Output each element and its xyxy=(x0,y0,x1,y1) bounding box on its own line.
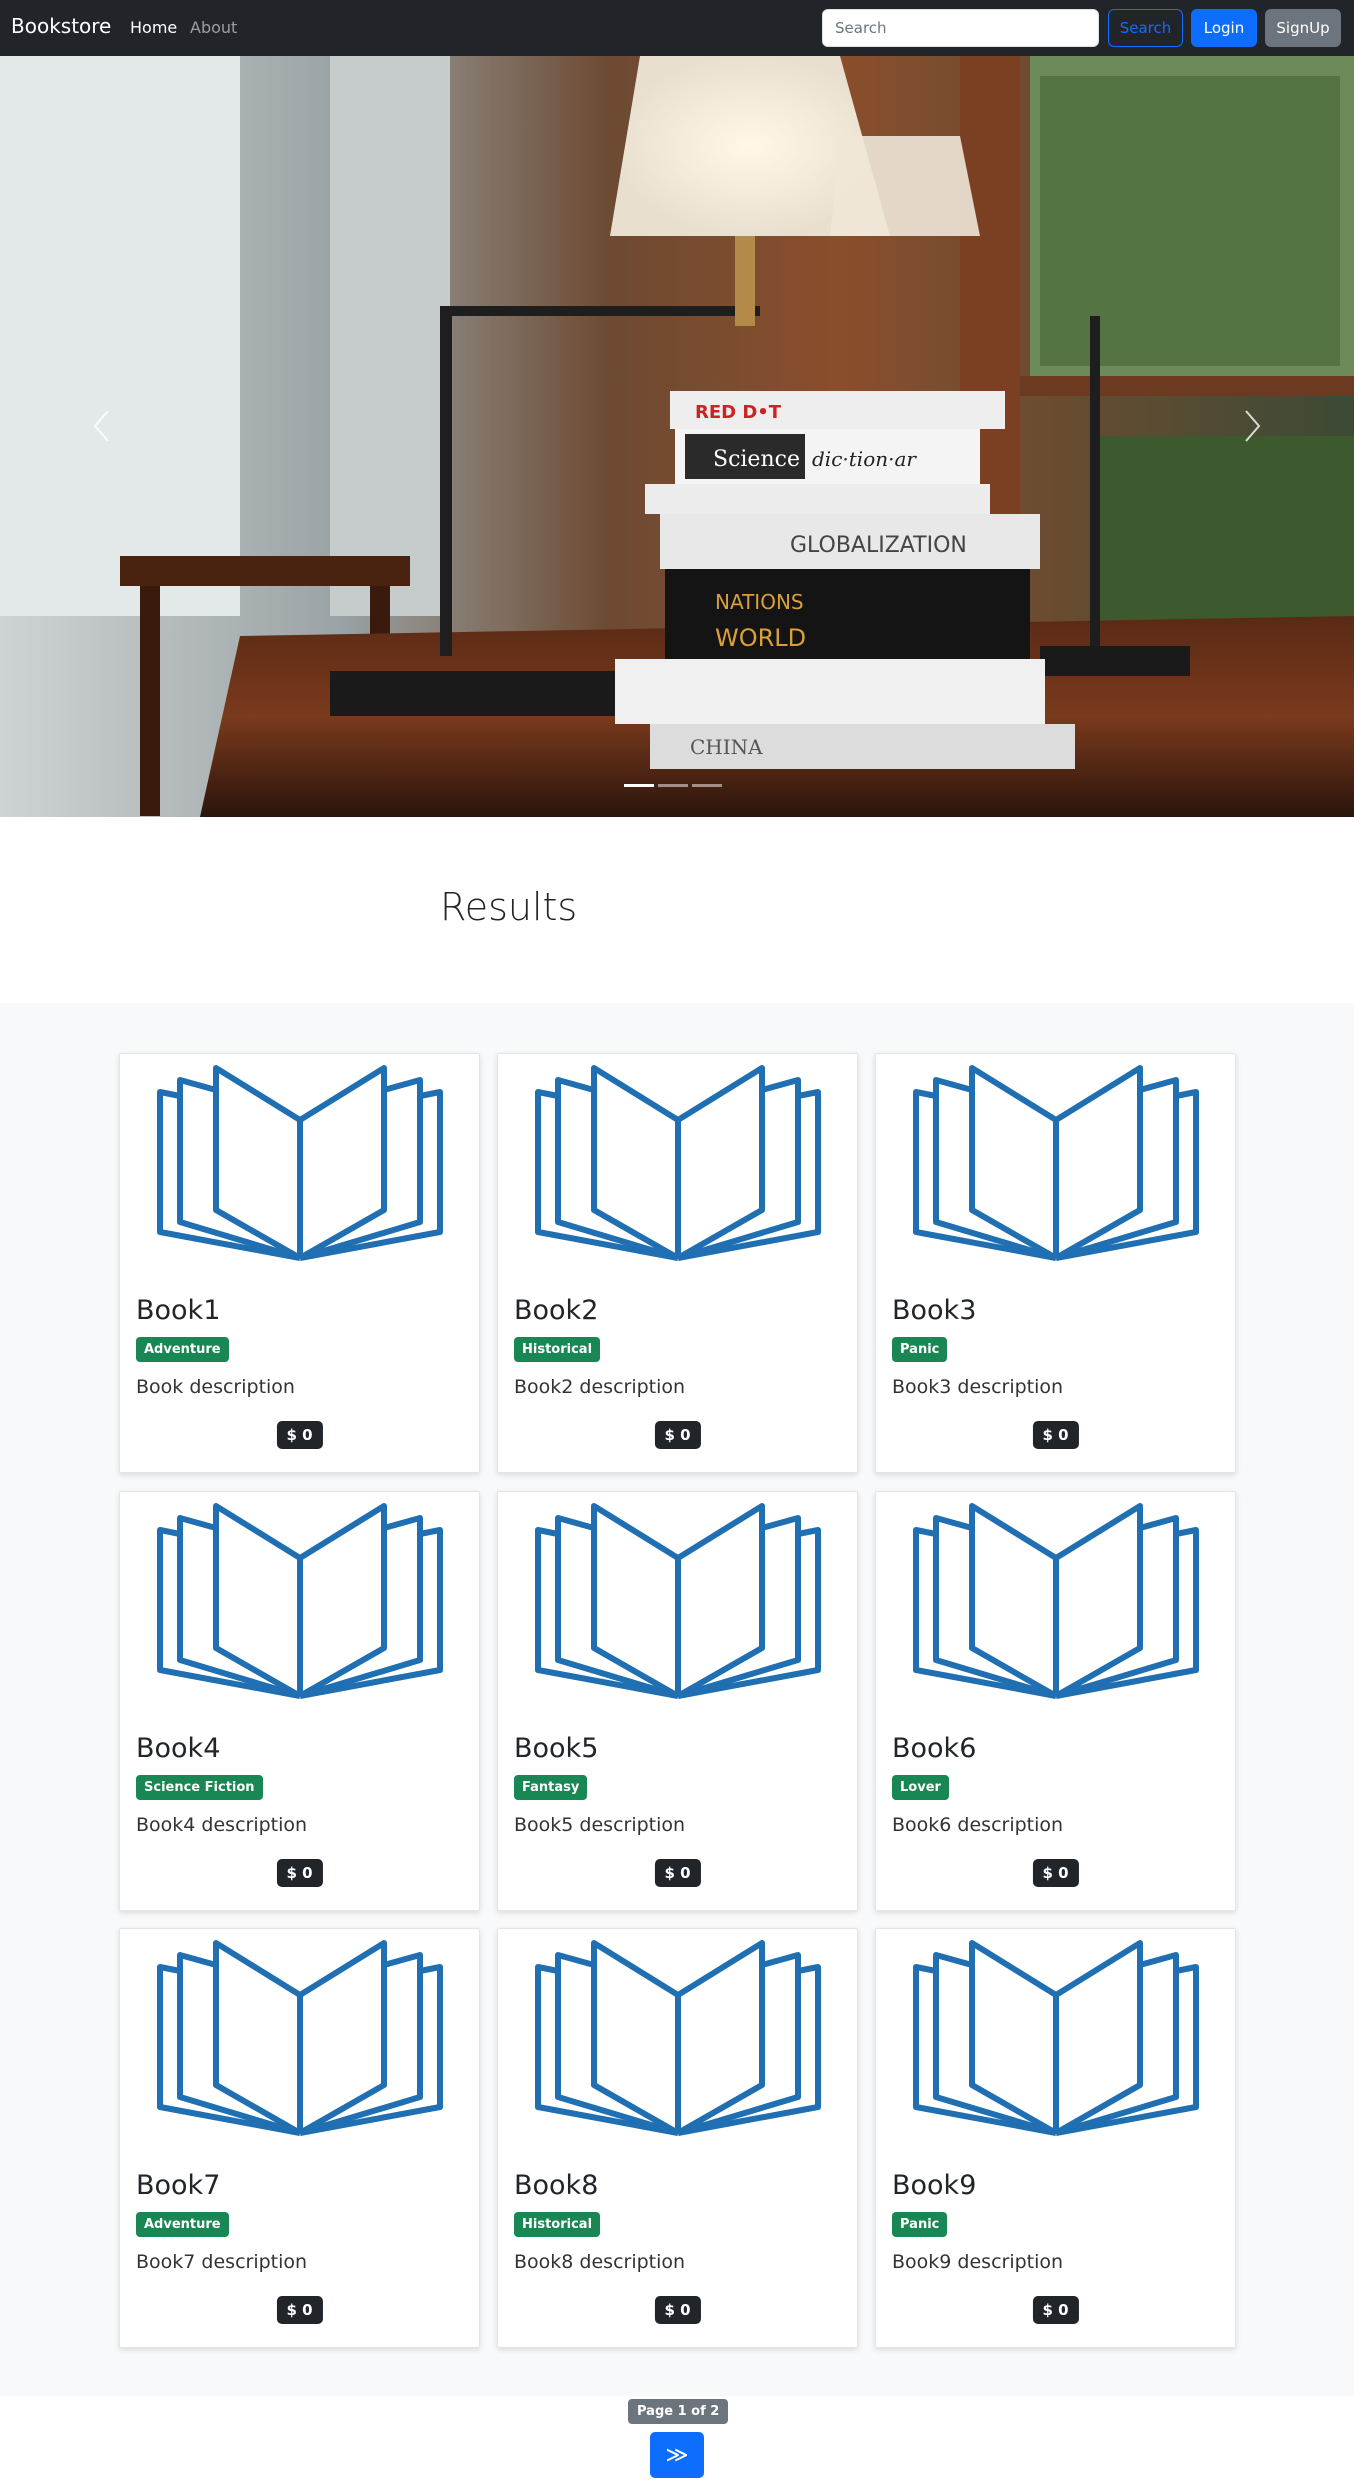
carousel-next-button[interactable] xyxy=(1222,396,1282,456)
genre-badge: Fantasy xyxy=(514,1775,588,1800)
svg-text:GLOBALIZATION: GLOBALIZATION xyxy=(790,533,967,558)
book-card[interactable]: Book1 Adventure Book description $ 0 xyxy=(119,1053,480,1473)
price-badge: $ 0 xyxy=(276,1859,323,1887)
genre-badge: Historical xyxy=(514,2212,601,2237)
open-book-icon xyxy=(535,1940,821,2136)
genre-badge: Lover xyxy=(892,1775,949,1800)
results-heading: Results xyxy=(440,885,578,929)
carousel-indicators xyxy=(624,784,722,787)
svg-text:WORLD: WORLD xyxy=(715,624,806,652)
price-badge: $ 0 xyxy=(654,2296,701,2324)
price-badge: $ 0 xyxy=(276,2296,323,2324)
nav-link-about[interactable]: About xyxy=(190,18,237,37)
book-title[interactable]: Book4 xyxy=(136,1733,220,1764)
next-page-button[interactable]: ≫ xyxy=(650,2432,704,2478)
book-title[interactable]: Book1 xyxy=(136,1295,220,1326)
svg-text:dic·tion·ar: dic·tion·ar xyxy=(812,447,917,471)
search-input[interactable] xyxy=(822,9,1099,47)
book-description: Book7 description xyxy=(136,2251,308,2273)
book-card[interactable]: Book9 Panic Book9 description $ 0 xyxy=(875,1928,1236,2348)
book-title[interactable]: Book8 xyxy=(514,2170,598,2201)
hero-carousel: RED D•T Science dic·tion·ar GLOBALIZATIO… xyxy=(0,56,1354,817)
book-card[interactable]: Book2 Historical Book2 description $ 0 xyxy=(497,1053,858,1473)
price-badge: $ 0 xyxy=(1032,1421,1079,1449)
book-title[interactable]: Book7 xyxy=(136,2170,220,2201)
book-card[interactable]: Book5 Fantasy Book5 description $ 0 xyxy=(497,1491,858,1911)
price-badge: $ 0 xyxy=(654,1859,701,1887)
open-book-icon xyxy=(535,1503,821,1699)
nav-link-home[interactable]: Home xyxy=(130,18,177,37)
genre-badge: Panic xyxy=(892,2212,948,2237)
price-badge: $ 0 xyxy=(654,1421,701,1449)
chevron-right-icon xyxy=(1245,410,1261,442)
open-book-icon xyxy=(157,1065,443,1261)
carousel-indicator[interactable] xyxy=(658,784,688,787)
book-title[interactable]: Book6 xyxy=(892,1733,976,1764)
book-description: Book4 description xyxy=(136,1814,308,1836)
login-button[interactable]: Login xyxy=(1191,9,1257,47)
book-title[interactable]: Book3 xyxy=(892,1295,976,1326)
price-badge: $ 0 xyxy=(1032,2296,1079,2324)
svg-text:Science: Science xyxy=(713,447,800,472)
book-title[interactable]: Book5 xyxy=(514,1733,598,1764)
carousel-indicator[interactable] xyxy=(624,784,654,787)
carousel-indicator[interactable] xyxy=(692,784,722,787)
book-card[interactable]: Book8 Historical Book8 description $ 0 xyxy=(497,1928,858,2348)
signup-button[interactable]: SignUp xyxy=(1265,9,1341,47)
genre-badge: Science Fiction xyxy=(136,1775,263,1800)
search-button[interactable]: Search xyxy=(1108,9,1183,47)
open-book-icon xyxy=(535,1065,821,1261)
genre-badge: Adventure xyxy=(136,2212,229,2237)
book-grid: Book1 Adventure Book description $ 0 Book2 Hi… xyxy=(0,1003,1354,2396)
book-description: Book5 description xyxy=(514,1814,686,1836)
price-badge: $ 0 xyxy=(276,1421,323,1449)
open-book-icon xyxy=(157,1503,443,1699)
chevron-left-icon xyxy=(93,410,109,442)
open-book-icon xyxy=(913,1940,1199,2136)
book-title[interactable]: Book9 xyxy=(892,2170,976,2201)
open-book-icon xyxy=(913,1503,1199,1699)
book-description: Book8 description xyxy=(514,2251,686,2273)
carousel-prev-button[interactable] xyxy=(72,396,132,456)
open-book-icon xyxy=(913,1065,1199,1261)
genre-badge: Panic xyxy=(892,1337,948,1362)
book-card[interactable]: Book3 Panic Book3 description $ 0 xyxy=(875,1053,1236,1473)
svg-text:RED D•T: RED D•T xyxy=(695,402,782,423)
book-description: Book6 description xyxy=(892,1814,1064,1836)
carousel-slide-image: RED D•T Science dic·tion·ar GLOBALIZATIO… xyxy=(0,56,1354,817)
svg-text:CHINA: CHINA xyxy=(690,735,763,759)
book-description: Book description xyxy=(136,1376,295,1398)
price-badge: $ 0 xyxy=(1032,1859,1079,1887)
book-card[interactable]: Book6 Lover Book6 description $ 0 xyxy=(875,1491,1236,1911)
navbar: Bookstore Home About Search Login SignUp xyxy=(0,0,1354,56)
book-description: Book2 description xyxy=(514,1376,686,1398)
book-card[interactable]: Book7 Adventure Book7 description $ 0 xyxy=(119,1928,480,2348)
open-book-icon xyxy=(157,1940,443,2136)
navbar-brand[interactable]: Bookstore xyxy=(11,14,111,38)
svg-text:NATIONS: NATIONS xyxy=(715,590,804,614)
book-description: Book3 description xyxy=(892,1376,1064,1398)
book-card[interactable]: Book4 Science Fiction Book4 description $ 0 xyxy=(119,1491,480,1911)
book-title[interactable]: Book2 xyxy=(514,1295,598,1326)
genre-badge: Historical xyxy=(514,1337,601,1362)
book-description: Book9 description xyxy=(892,2251,1064,2273)
page-indicator-badge: Page 1 of 2 xyxy=(628,2399,729,2424)
genre-badge: Adventure xyxy=(136,1337,229,1362)
